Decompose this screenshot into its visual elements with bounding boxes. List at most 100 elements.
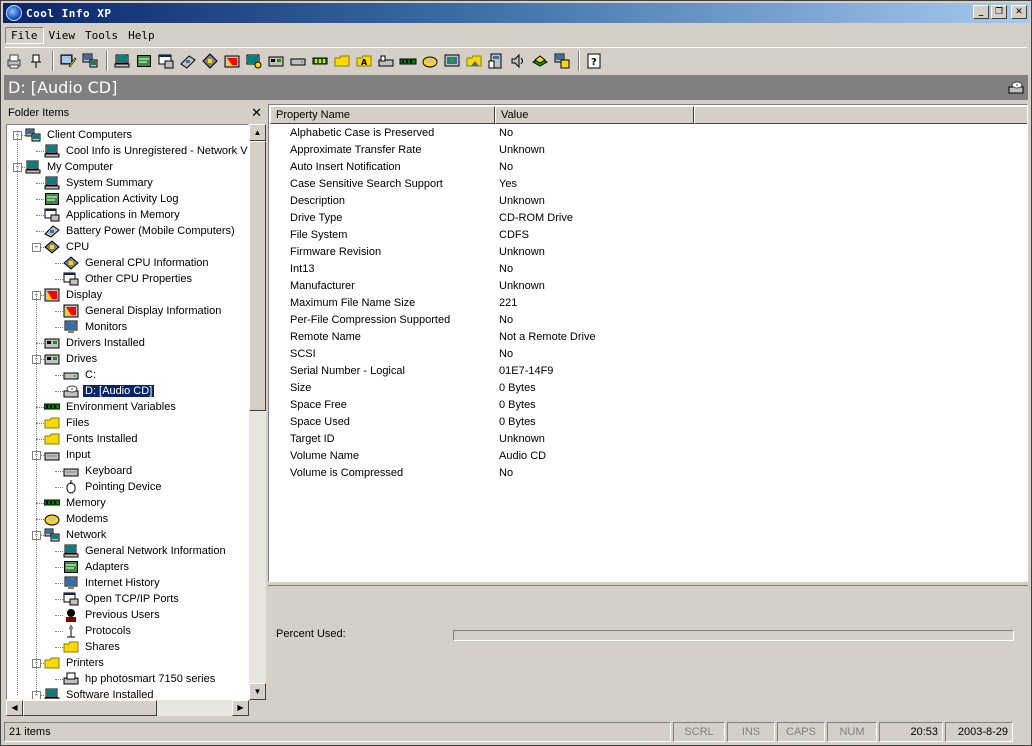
- tree-item-general-network[interactable]: General Network Information: [63, 543, 228, 559]
- property-row[interactable]: Auto Insert Notification No: [269, 158, 1027, 175]
- print-icon[interactable]: [5, 52, 23, 70]
- tree-item-pointing-device[interactable]: Pointing Device: [63, 479, 163, 495]
- app-globe-icon[interactable]: [6, 5, 22, 21]
- property-row[interactable]: Space Used 0 Bytes: [269, 413, 1027, 430]
- tree-item-drivers-installed[interactable]: Drivers Installed: [44, 335, 147, 351]
- menu-view[interactable]: View: [44, 28, 81, 43]
- property-row[interactable]: Volume Name Audio CD: [269, 447, 1027, 464]
- devices-icon[interactable]: [487, 52, 505, 70]
- property-row[interactable]: Space Free 0 Bytes: [269, 396, 1027, 413]
- modems-icon[interactable]: [421, 52, 439, 70]
- tree-item-printers[interactable]: Printers: [44, 655, 106, 671]
- tree-item-activity-log[interactable]: Application Activity Log: [44, 191, 181, 207]
- users-icon[interactable]: [553, 52, 571, 70]
- tree-item-environment-variables[interactable]: Environment Variables: [44, 399, 178, 415]
- horizontal-scroll-thumb[interactable]: [23, 700, 157, 716]
- tree-item-monitors[interactable]: Monitors: [63, 319, 129, 335]
- minimize-button[interactable]: _: [973, 5, 989, 19]
- tree-item-memory[interactable]: Memory: [44, 495, 108, 511]
- tree-item-previous-users[interactable]: Previous Users: [63, 607, 162, 623]
- tree-item-software-installed[interactable]: Software Installed: [44, 687, 155, 699]
- property-row[interactable]: Alphabetic Case is Preserved No: [269, 124, 1027, 141]
- cpu-icon[interactable]: [201, 52, 219, 70]
- property-row[interactable]: Case Sensitive Search Support Yes: [269, 175, 1027, 192]
- tree-item-files[interactable]: Files: [44, 415, 91, 431]
- menu-file[interactable]: File: [5, 26, 44, 44]
- software-icon[interactable]: [531, 52, 549, 70]
- fonts-icon[interactable]: A: [355, 52, 373, 70]
- log-icon[interactable]: [135, 52, 153, 70]
- property-row[interactable]: Description Unknown: [269, 192, 1027, 209]
- property-row[interactable]: Size 0 Bytes: [269, 379, 1027, 396]
- network-computer-icon[interactable]: [81, 52, 99, 70]
- tree-item-drive-d[interactable]: D: [Audio CD]: [63, 383, 156, 399]
- property-row[interactable]: Manufacturer Unknown: [269, 277, 1027, 294]
- tree-vertical-scrollbar[interactable]: ▲ ▼: [249, 124, 266, 700]
- edit-computer-icon[interactable]: [59, 52, 77, 70]
- tree-item-drives[interactable]: Drives: [44, 351, 99, 367]
- menu-tools[interactable]: Tools: [80, 28, 123, 43]
- menu-help[interactable]: Help: [123, 28, 160, 43]
- restore-button[interactable]: ❐: [991, 5, 1007, 19]
- property-row[interactable]: Remote Name Not a Remote Drive: [269, 328, 1027, 345]
- column-header-blank[interactable]: [694, 106, 1027, 124]
- tree-item-modems[interactable]: Modems: [44, 511, 110, 527]
- scroll-left-button[interactable]: ◀: [6, 700, 23, 716]
- monitor-settings-icon[interactable]: [245, 52, 263, 70]
- input-icon[interactable]: [377, 52, 395, 70]
- tree-horizontal-scrollbar[interactable]: ◀ ▶: [6, 700, 249, 716]
- tree-item-battery-power[interactable]: Battery Power (Mobile Computers): [44, 223, 237, 239]
- display-icon[interactable]: [223, 52, 241, 70]
- help-icon[interactable]: ?: [585, 52, 603, 70]
- property-row[interactable]: Int13 No: [269, 260, 1027, 277]
- tree-item-system-summary[interactable]: System Summary: [44, 175, 155, 191]
- sound-icon[interactable]: [509, 52, 527, 70]
- tree-item-adapters[interactable]: Adapters: [63, 559, 131, 575]
- property-row[interactable]: File System CDFS: [269, 226, 1027, 243]
- tree-item-fonts-installed[interactable]: Fonts Installed: [44, 431, 140, 447]
- computer-icon[interactable]: [113, 52, 131, 70]
- tree-item-unregistered[interactable]: Cool Info is Unregistered - Network V: [44, 143, 248, 159]
- drivers-icon[interactable]: [267, 52, 285, 70]
- folder-tree[interactable]: Client Computers - Cool Info is Unregister…: [6, 124, 249, 700]
- tree-item-drive-c[interactable]: C:: [63, 367, 98, 383]
- property-row[interactable]: Target ID Unknown: [269, 430, 1027, 447]
- tree-item-general-cpu[interactable]: General CPU Information: [63, 255, 211, 271]
- tree-item-client-computers[interactable]: Client Computers: [25, 127, 134, 143]
- scroll-right-button[interactable]: ▶: [232, 700, 249, 716]
- property-row[interactable]: Volume is Compressed No: [269, 464, 1027, 481]
- pin-icon[interactable]: [27, 52, 45, 70]
- tree-item-cpu[interactable]: CPU: [44, 239, 91, 255]
- tree-item-protocols[interactable]: Protocols: [63, 623, 133, 639]
- collapse-icon[interactable]: -: [32, 243, 41, 252]
- tree-item-general-display[interactable]: General Display Information: [63, 303, 223, 319]
- property-row[interactable]: Per-File Compression Supported No: [269, 311, 1027, 328]
- tree-item-applications-memory[interactable]: Applications in Memory: [44, 207, 182, 223]
- drive-icon[interactable]: [289, 52, 307, 70]
- tree-item-display[interactable]: Display: [44, 287, 104, 303]
- tree-item-input[interactable]: Input: [44, 447, 92, 463]
- tree-item-hp-photosmart[interactable]: hp photosmart 7150 series: [63, 671, 217, 687]
- memory-icon[interactable]: [399, 52, 417, 70]
- tree-item-other-cpu[interactable]: Other CPU Properties: [63, 271, 194, 287]
- scroll-thumb[interactable]: [249, 141, 266, 411]
- property-row[interactable]: SCSI No: [269, 345, 1027, 362]
- property-row[interactable]: Firmware Revision Unknown: [269, 243, 1027, 260]
- property-row[interactable]: Serial Number - Logical 01E7-14F9: [269, 362, 1027, 379]
- title-bar[interactable]: Cool Info XP _ ❐ ✕: [3, 3, 1029, 23]
- column-header-value[interactable]: Value: [495, 106, 694, 124]
- network-icon[interactable]: [443, 52, 461, 70]
- scroll-down-button[interactable]: ▼: [249, 683, 266, 700]
- tree-item-keyboard[interactable]: Keyboard: [63, 463, 134, 479]
- property-row[interactable]: Approximate Transfer Rate Unknown: [269, 141, 1027, 158]
- property-list[interactable]: Property Name Value Alphabetic Case is P…: [268, 104, 1028, 582]
- tree-item-network[interactable]: Network: [44, 527, 108, 543]
- tree-item-internet-history[interactable]: Internet History: [63, 575, 162, 591]
- tree-item-shares[interactable]: Shares: [63, 639, 122, 655]
- battery-icon[interactable]: [179, 52, 197, 70]
- scroll-up-button[interactable]: ▲: [249, 124, 266, 141]
- environment-icon[interactable]: [311, 52, 329, 70]
- tree-item-open-ports[interactable]: Open TCP/IP Ports: [63, 591, 181, 607]
- files-icon[interactable]: [333, 52, 351, 70]
- close-pane-button[interactable]: ✕: [251, 106, 262, 121]
